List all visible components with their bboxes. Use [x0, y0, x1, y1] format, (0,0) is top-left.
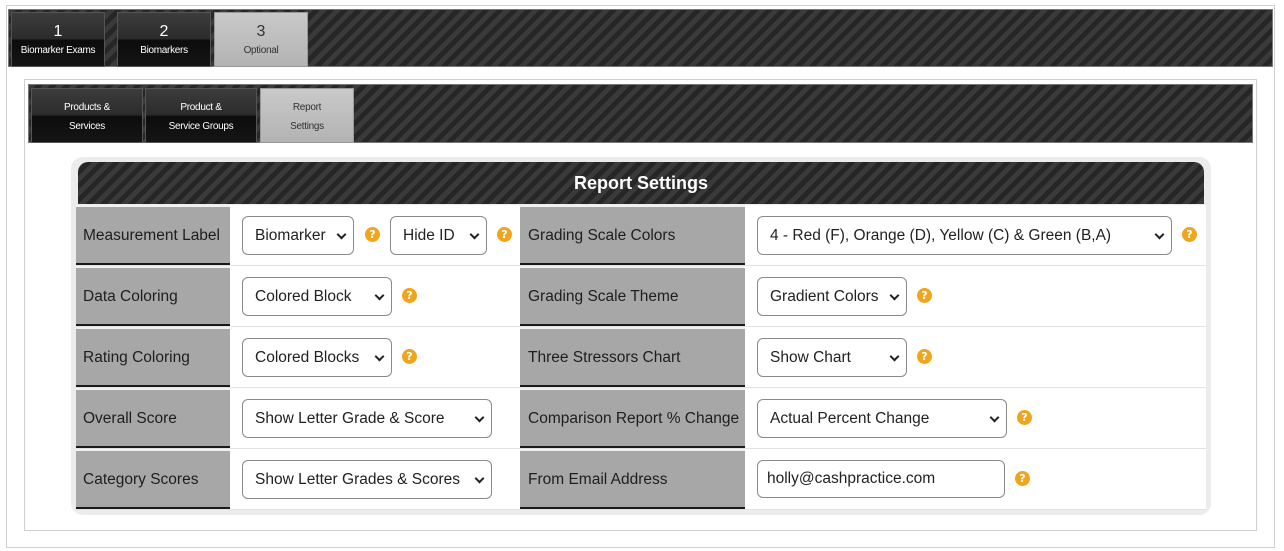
- tab-report-settings[interactable]: Report Settings: [260, 88, 354, 143]
- data-coloring-label: Data Coloring: [76, 266, 230, 326]
- chevron-down-icon: [1147, 217, 1171, 254]
- select-value: Colored Block: [255, 288, 352, 305]
- chevron-down-icon: [462, 217, 486, 254]
- tab-label-line2: Services: [69, 121, 105, 132]
- question-mark-circle-icon[interactable]: ?: [402, 288, 417, 303]
- grading-scale-theme-select[interactable]: Gradient Colors: [757, 277, 907, 316]
- measurement-label-label: Measurement Label: [76, 205, 230, 265]
- settings-row: Measurement Label Biomarker ? Hide ID ? …: [76, 205, 1206, 266]
- settings-row: Category Scores Show Letter Grades & Sco…: [76, 449, 1206, 510]
- overall-score-select[interactable]: Show Letter Grade & Score: [242, 399, 492, 438]
- select-value: Show Letter Grade & Score: [255, 410, 445, 427]
- select-value: Show Letter Grades & Scores: [255, 471, 461, 488]
- select-value: Biomarker: [255, 227, 326, 244]
- tab-label-line2: Service Groups: [168, 121, 234, 132]
- select-value: 4 - Red (F), Orange (D), Yellow (C) & Gr…: [770, 227, 1112, 244]
- comparison-report-change-label: Comparison Report % Change: [520, 388, 745, 448]
- chevron-down-icon: [882, 278, 906, 315]
- step-number: 1: [53, 23, 63, 40]
- question-mark-circle-icon[interactable]: ?: [497, 227, 512, 242]
- question-mark-circle-icon[interactable]: ?: [1182, 227, 1197, 242]
- rating-coloring-select[interactable]: Colored Blocks: [242, 338, 392, 377]
- step-number: 3: [256, 23, 266, 40]
- question-mark-circle-icon[interactable]: ?: [1017, 410, 1032, 425]
- chevron-down-icon: [367, 278, 391, 315]
- tab-label-line1: Product &: [180, 102, 222, 113]
- comparison-report-change-select[interactable]: Actual Percent Change: [757, 399, 1007, 438]
- step-tab-3[interactable]: 3 Optional: [214, 12, 308, 67]
- settings-row: Rating Coloring Colored Blocks ? Three S…: [76, 327, 1206, 388]
- select-value: Gradient Colors: [770, 288, 879, 305]
- select-value: Colored Blocks: [255, 349, 360, 366]
- step-bar: 1 Biomarker Exams 2 Biomarkers 3 Optiona…: [8, 9, 1273, 67]
- grading-scale-colors-select[interactable]: 4 - Red (F), Orange (D), Yellow (C) & Gr…: [757, 216, 1172, 255]
- overall-score-label: Overall Score: [76, 388, 230, 448]
- tab-label-line2: Settings: [290, 121, 324, 132]
- panel-title: Report Settings: [78, 162, 1204, 204]
- tab-products-services[interactable]: Products & Services: [31, 88, 143, 143]
- data-coloring-select[interactable]: Colored Block: [242, 277, 392, 316]
- from-email-address-label: From Email Address: [520, 449, 745, 509]
- question-mark-circle-icon[interactable]: ?: [917, 349, 932, 364]
- grading-scale-theme-label: Grading Scale Theme: [520, 266, 745, 326]
- category-scores-select[interactable]: Show Letter Grades & Scores: [242, 460, 492, 499]
- subtab-bar: Products & Services Product & Service Gr…: [28, 84, 1253, 143]
- select-value: Actual Percent Change: [770, 410, 930, 427]
- question-mark-circle-icon[interactable]: ?: [402, 349, 417, 364]
- tab-label-line1: Report: [292, 102, 322, 113]
- chevron-down-icon: [329, 217, 353, 254]
- step-number: 2: [159, 23, 169, 40]
- three-stressors-chart-label: Three Stressors Chart: [520, 327, 745, 387]
- chevron-down-icon: [467, 400, 491, 437]
- tab-product-service-groups[interactable]: Product & Service Groups: [145, 88, 257, 143]
- tab-label-line1: Products &: [64, 102, 110, 113]
- settings-row: Data Coloring Colored Block ? Grading Sc…: [76, 266, 1206, 327]
- question-mark-circle-icon[interactable]: ?: [917, 288, 932, 303]
- grading-scale-colors-label: Grading Scale Colors: [520, 205, 745, 265]
- step-tab-2[interactable]: 2 Biomarkers: [117, 12, 211, 67]
- chevron-down-icon: [467, 461, 491, 498]
- question-mark-circle-icon[interactable]: ?: [365, 227, 380, 242]
- chevron-down-icon: [367, 339, 391, 376]
- hide-id-select[interactable]: Hide ID: [390, 216, 487, 255]
- from-email-address-input[interactable]: holly@cashpractice.com: [757, 460, 1005, 498]
- select-value: Hide ID: [403, 227, 455, 244]
- rating-coloring-label: Rating Coloring: [76, 327, 230, 387]
- chevron-down-icon: [982, 400, 1006, 437]
- step-label: Optional: [243, 45, 279, 56]
- step-label: Biomarkers: [140, 45, 188, 56]
- select-value: Show Chart: [770, 349, 851, 366]
- measurement-label-select[interactable]: Biomarker: [242, 216, 354, 255]
- chevron-down-icon: [882, 339, 906, 376]
- question-mark-circle-icon[interactable]: ?: [1015, 471, 1030, 486]
- step-label: Biomarker Exams: [20, 45, 96, 56]
- three-stressors-chart-select[interactable]: Show Chart: [757, 338, 907, 377]
- step-tab-1[interactable]: 1 Biomarker Exams: [11, 12, 105, 67]
- category-scores-label: Category Scores: [76, 449, 230, 509]
- settings-row: Overall Score Show Letter Grade & Score …: [76, 388, 1206, 449]
